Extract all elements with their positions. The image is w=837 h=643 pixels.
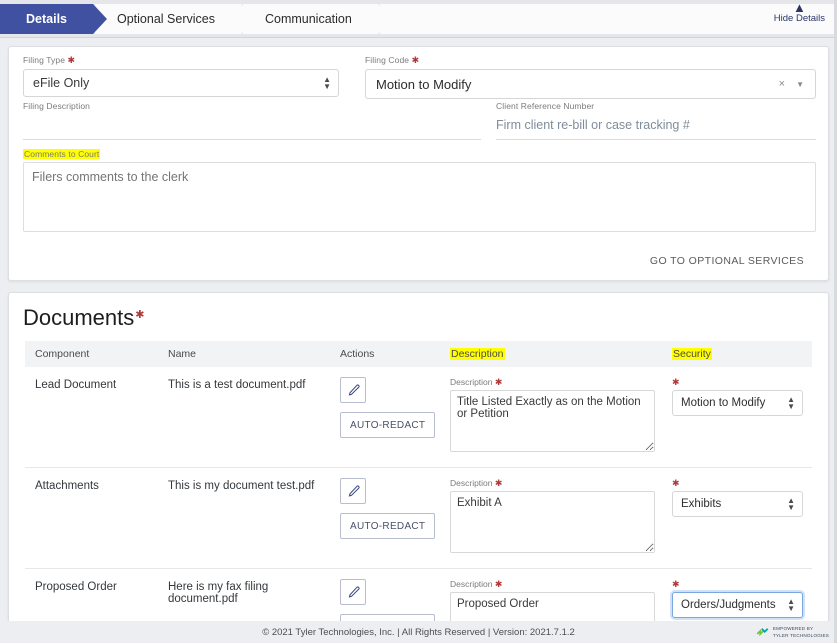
tab-communication-label: Communication bbox=[265, 12, 352, 26]
row-security-cell: ✱ Motion to Modify ▲▼ bbox=[662, 377, 812, 455]
filing-type-select[interactable]: eFile Only bbox=[23, 69, 339, 97]
required-asterisk: ✱ bbox=[495, 579, 503, 589]
documents-table-header: Component Name Actions Description Secur… bbox=[25, 341, 812, 367]
required-asterisk: ✱ bbox=[135, 309, 144, 321]
tab-optional-services[interactable]: Optional Services bbox=[95, 4, 241, 34]
pencil-icon bbox=[347, 384, 360, 397]
filing-code-value: Motion to Modify bbox=[376, 77, 471, 92]
chevron-down-icon[interactable]: ▼ bbox=[796, 80, 804, 89]
filing-description-label: Filing Description bbox=[23, 101, 481, 111]
row-name: Here is my fax filing document.pdf bbox=[158, 579, 330, 627]
row-description-cell: Description ✱ Exhibit A bbox=[440, 478, 662, 556]
row-security-cell: ✱ Orders/Judgments ▲▼ bbox=[662, 579, 812, 627]
row-description-label: Description ✱ bbox=[450, 579, 662, 590]
row-description-label: Description ✱ bbox=[450, 478, 662, 489]
filing-description-field: Filing Description bbox=[23, 101, 481, 140]
tyler-logo-icon bbox=[755, 625, 770, 640]
row-security-select[interactable]: Orders/Judgments bbox=[672, 592, 803, 618]
filing-code-label: Filing Code ✱ bbox=[365, 55, 816, 66]
row-actions: AUTO-REDACT bbox=[330, 478, 440, 556]
edit-pencil-icon-button[interactable] bbox=[340, 377, 366, 403]
row-actions: AUTO-REDACT bbox=[330, 377, 440, 455]
filing-code-combobox[interactable]: Motion to Modify × ▼ bbox=[365, 69, 816, 99]
row-security-cell: ✱ Exhibits ▲▼ bbox=[662, 478, 812, 556]
comments-to-court-textarea[interactable] bbox=[23, 162, 816, 232]
tab-optional-services-label: Optional Services bbox=[117, 12, 215, 26]
column-header-component: Component bbox=[25, 348, 158, 360]
auto-redact-button[interactable]: AUTO-REDACT bbox=[340, 412, 435, 438]
tyler-technologies-logo: EMPOWERED BY TYLER TECHNOLOGIES bbox=[755, 625, 829, 640]
documents-title: Documents✱ bbox=[23, 305, 144, 331]
row-name: This is my document test.pdf bbox=[158, 478, 330, 556]
row-security-select[interactable]: Exhibits bbox=[672, 491, 803, 517]
filing-description-input[interactable] bbox=[23, 114, 481, 140]
row-security-label: ✱ bbox=[672, 377, 812, 388]
step-navigation: Details Optional Services Communication … bbox=[0, 0, 837, 38]
hide-details-button[interactable]: ▲ Hide Details bbox=[774, 3, 825, 24]
row-component: Proposed Order bbox=[25, 579, 158, 627]
comments-to-court-field: Comments to Court bbox=[23, 149, 816, 237]
go-to-optional-services-button[interactable]: GO TO OPTIONAL SERVICES bbox=[644, 254, 810, 268]
table-row: Lead Document This is a test document.pd… bbox=[25, 367, 812, 468]
row-component: Attachments bbox=[25, 478, 158, 556]
filing-type-field: Filing Type ✱ eFile Only ▲▼ bbox=[23, 55, 339, 97]
required-asterisk: ✱ bbox=[672, 478, 680, 488]
row-security-label: ✱ bbox=[672, 579, 812, 590]
tab-communication[interactable]: Communication bbox=[243, 4, 378, 34]
column-header-actions: Actions bbox=[330, 348, 440, 360]
edit-pencil-icon-button[interactable] bbox=[340, 478, 366, 504]
page-footer: © 2021 Tyler Technologies, Inc. | All Ri… bbox=[0, 621, 837, 643]
table-row: Proposed Order Here is my fax filing doc… bbox=[25, 569, 812, 627]
row-description-cell: Description ✱ Title Listed Exactly as on… bbox=[440, 377, 662, 455]
documents-table: Component Name Actions Description Secur… bbox=[25, 341, 812, 627]
column-header-description: Description bbox=[440, 348, 662, 360]
client-reference-number-label: Client Reference Number bbox=[496, 101, 816, 111]
comments-to-court-label: Comments to Court bbox=[23, 149, 816, 159]
pencil-icon bbox=[347, 586, 360, 599]
required-asterisk: ✱ bbox=[672, 579, 680, 589]
required-asterisk: ✱ bbox=[412, 55, 420, 65]
required-asterisk: ✱ bbox=[495, 377, 503, 387]
hide-details-label: Hide Details bbox=[774, 13, 825, 24]
column-header-name: Name bbox=[158, 348, 330, 360]
filing-type-label: Filing Type ✱ bbox=[23, 55, 339, 66]
filing-details-card: Filing Type ✱ eFile Only ▲▼ Filing Code … bbox=[8, 46, 829, 281]
row-security-label: ✱ bbox=[672, 478, 812, 489]
client-reference-number-input[interactable] bbox=[496, 114, 816, 140]
pencil-icon bbox=[347, 485, 360, 498]
row-description-label: Description ✱ bbox=[450, 377, 662, 388]
copyright-text: © 2021 Tyler Technologies, Inc. | All Ri… bbox=[262, 627, 575, 638]
tab-details[interactable]: Details bbox=[0, 4, 93, 34]
filing-code-field: Filing Code ✱ Motion to Modify × ▼ bbox=[365, 55, 816, 99]
row-security-select[interactable]: Motion to Modify bbox=[672, 390, 803, 416]
auto-redact-button[interactable]: AUTO-REDACT bbox=[340, 513, 435, 539]
tab-details-label: Details bbox=[26, 12, 67, 26]
row-description-cell: Description ✱ Proposed Order bbox=[440, 579, 662, 627]
required-asterisk: ✱ bbox=[672, 377, 680, 387]
chevron-up-icon: ▲ bbox=[774, 3, 825, 12]
clear-icon[interactable]: × bbox=[779, 78, 785, 90]
row-component: Lead Document bbox=[25, 377, 158, 455]
table-row: Attachments This is my document test.pdf… bbox=[25, 468, 812, 569]
edit-pencil-icon-button[interactable] bbox=[340, 579, 366, 605]
row-name: This is a test document.pdf bbox=[158, 377, 330, 455]
column-header-security: Security bbox=[662, 348, 812, 360]
step-bar-spacer bbox=[380, 4, 837, 34]
efiling-page: Details Optional Services Communication … bbox=[0, 0, 837, 643]
documents-card: Documents✱ Component Name Actions Descri… bbox=[8, 292, 829, 627]
row-description-textarea[interactable]: Exhibit A bbox=[450, 491, 655, 553]
client-reference-number-field: Client Reference Number bbox=[496, 101, 816, 140]
required-asterisk: ✱ bbox=[495, 478, 503, 488]
row-description-textarea[interactable]: Title Listed Exactly as on the Motion or… bbox=[450, 390, 655, 452]
required-asterisk: ✱ bbox=[68, 55, 76, 65]
row-actions: AUTO-REDACT bbox=[330, 579, 440, 627]
logo-line-2: TYLER TECHNOLOGIES bbox=[773, 633, 829, 639]
